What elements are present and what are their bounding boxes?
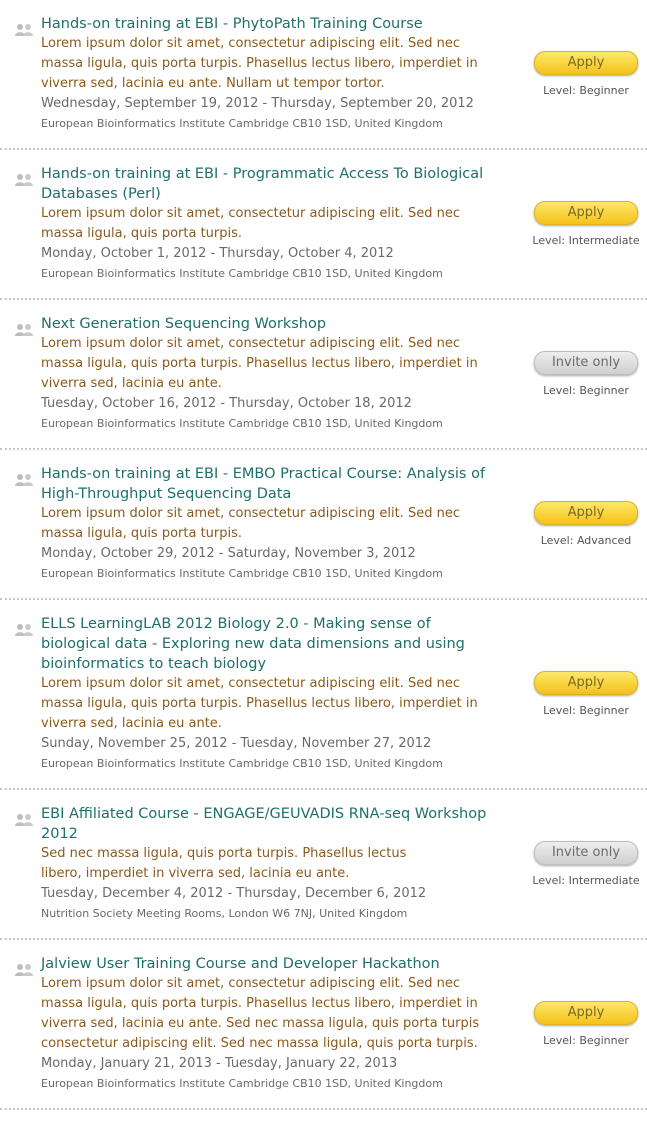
course-title[interactable]: EBI Affiliated Course - ENGAGE/GEUVADIS … [41,804,493,844]
group-icon [15,472,35,486]
course-description: Lorem ipsum dolor sit amet, consectetur … [41,506,460,541]
course-dates: Tuesday, December 4, 2012 - Thursday, De… [41,886,427,901]
course-item: ELLS LearningLAB 2012 Biology 2.0 - Maki… [0,600,647,790]
course-description: Lorem ipsum dolor sit amet, consectetur … [41,36,478,91]
course-item: Hands-on training at EBI - EMBO Practica… [0,450,647,600]
group-icon [15,322,35,336]
group-icon [15,812,35,826]
course-title[interactable]: Next Generation Sequencing Workshop [41,314,493,334]
course-description: Lorem ipsum dolor sit amet, consectetur … [41,336,478,391]
group-icon [15,622,35,636]
course-location: European Bioinformatics Institute Cambri… [41,417,443,430]
course-item: Jalview User Training Course and Develop… [0,940,647,1110]
course-description: Sed nec massa ligula, quis porta turpis.… [41,846,407,881]
course-location: European Bioinformatics Institute Cambri… [41,757,443,770]
course-dates: Monday, October 29, 2012 - Saturday, Nov… [41,546,416,561]
course-dates: Sunday, November 25, 2012 - Tuesday, Nov… [41,736,432,751]
course-dates: Monday, October 1, 2012 - Thursday, Octo… [41,246,394,261]
course-title[interactable]: Hands-on training at EBI - EMBO Practica… [41,464,493,504]
course-level: Level: Advanced [540,534,632,547]
course-level: Level: Beginner [543,84,629,97]
course-dates: Wednesday, September 19, 2012 - Thursday… [41,96,474,111]
apply-button[interactable]: Apply [534,201,638,225]
course-item: Next Generation Sequencing Workshop Lore… [0,300,647,450]
course-title[interactable]: Hands-on training at EBI - PhytoPath Tra… [41,14,493,34]
apply-button[interactable]: Apply [534,1001,638,1025]
course-description: Lorem ipsum dolor sit amet, consectetur … [41,976,480,1051]
course-description: Lorem ipsum dolor sit amet, consectetur … [41,206,460,241]
course-level: Level: Beginner [543,1034,629,1047]
invite-only-button[interactable]: Invite only [534,351,638,375]
course-item: Hands-on training at EBI - PhytoPath Tra… [0,0,647,150]
course-title[interactable]: Hands-on training at EBI - Programmatic … [41,164,493,204]
apply-button[interactable]: Apply [534,671,638,695]
course-dates: Tuesday, October 16, 2012 - Thursday, Oc… [41,396,412,411]
group-icon [15,962,35,976]
course-location: European Bioinformatics Institute Cambri… [41,117,443,130]
course-level: Level: Intermediate [532,234,640,247]
group-icon [15,22,35,36]
course-level: Level: Intermediate [532,874,640,887]
course-location: European Bioinformatics Institute Cambri… [41,267,443,280]
course-level: Level: Beginner [543,384,629,397]
course-location: European Bioinformatics Institute Cambri… [41,1077,443,1090]
course-title[interactable]: ELLS LearningLAB 2012 Biology 2.0 - Maki… [41,614,493,674]
group-icon [15,172,35,186]
course-location: Nutrition Society Meeting Rooms, London … [41,907,408,920]
course-title[interactable]: Jalview User Training Course and Develop… [41,954,493,974]
invite-only-button[interactable]: Invite only [534,841,638,865]
course-item: EBI Affiliated Course - ENGAGE/GEUVADIS … [0,790,647,940]
course-location: European Bioinformatics Institute Cambri… [41,567,443,580]
course-level: Level: Beginner [543,704,629,717]
course-description: Lorem ipsum dolor sit amet, consectetur … [41,676,478,731]
apply-button[interactable]: Apply [534,501,638,525]
course-dates: Monday, January 21, 2013 - Tuesday, Janu… [41,1056,398,1071]
apply-button[interactable]: Apply [534,51,638,75]
course-item: Hands-on training at EBI - Programmatic … [0,150,647,300]
course-list: Hands-on training at EBI - PhytoPath Tra… [0,0,647,1110]
